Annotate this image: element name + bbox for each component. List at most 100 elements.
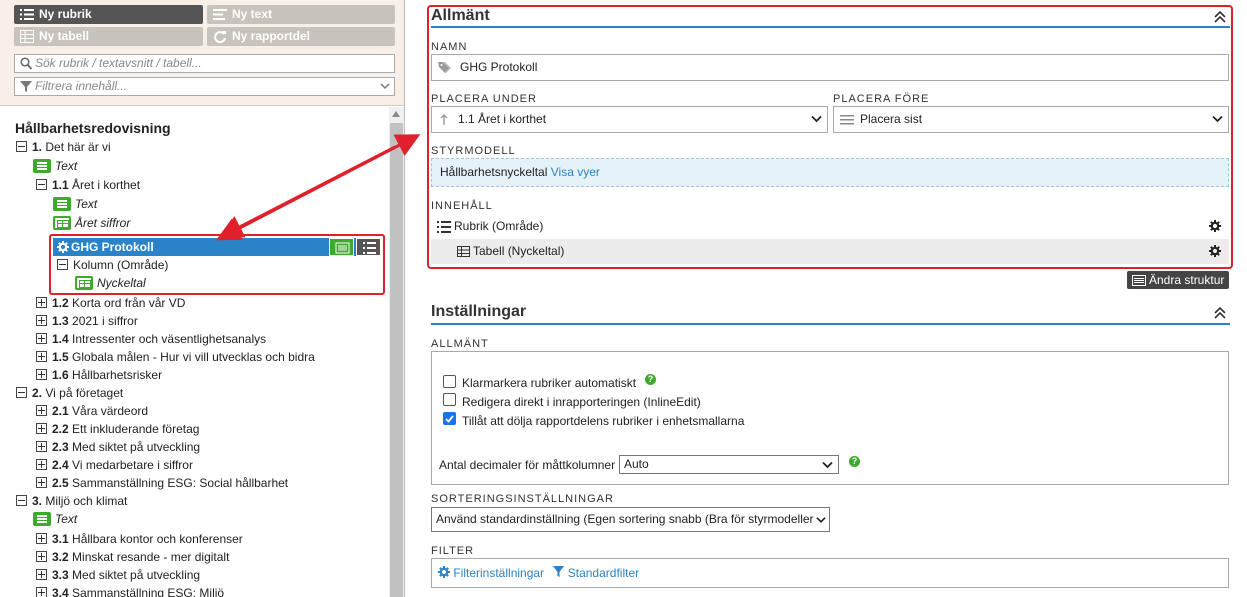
node-number: 3.2	[52, 550, 69, 564]
place-under-select[interactable]: 1.1 Året i korthet	[431, 106, 828, 133]
gear-icon[interactable]	[1209, 245, 1221, 257]
tree-node[interactable]: 1.3 2021 i siffror	[36, 312, 138, 330]
tree-node[interactable]: 3.3 Med siktet på utveckling	[36, 566, 200, 584]
filter-settings-link[interactable]: Filterinställningar	[438, 566, 547, 580]
new-text-button[interactable]: Ny text	[207, 5, 395, 24]
tree-node[interactable]: Nyckeltal	[75, 274, 146, 292]
expand-icon[interactable]	[36, 477, 47, 488]
filter-settings-label: Filterinställningar	[453, 566, 545, 580]
filter-select[interactable]: Filtrera innehåll...	[14, 77, 395, 96]
tree-node[interactable]: 3.2 Minskat resande - mer digitalt	[36, 548, 229, 566]
node-label: Text	[55, 159, 78, 173]
tree-node[interactable]: 2.2 Ett inkluderande företag	[36, 420, 199, 438]
name-value: GHG Protokoll	[460, 60, 538, 74]
expand-icon[interactable]	[36, 423, 47, 434]
tree-node[interactable]: 2.4 Vi medarbetare i siffror	[36, 456, 193, 474]
expand-icon[interactable]	[36, 333, 47, 344]
expand-icon[interactable]	[36, 533, 47, 544]
tree-scrollbar[interactable]	[389, 107, 404, 597]
auto-complete-checkbox[interactable]	[443, 375, 456, 388]
help-icon[interactable]: ?	[849, 456, 860, 467]
tree-node[interactable]: 2.3 Med siktet på utveckling	[36, 438, 200, 456]
collapse-icon[interactable]	[16, 387, 27, 398]
expand-icon[interactable]	[36, 551, 47, 562]
tree-node[interactable]: 1.6 Hållbarhetsrisker	[36, 366, 162, 384]
chevron-down-icon	[1212, 115, 1223, 123]
selected-node-header[interactable]: GHG Protokoll	[53, 238, 381, 256]
expand-icon[interactable]	[36, 405, 47, 416]
name-field[interactable]: GHG Protokoll	[431, 54, 1229, 81]
decimals-select[interactable]: Auto	[619, 455, 839, 474]
content-row[interactable]: Tabell (Nyckeltal)	[431, 239, 1229, 264]
content-row[interactable]: Rubrik (Område)	[431, 214, 1229, 239]
tree-node[interactable]: Året siffror	[53, 214, 130, 232]
tree-node[interactable]: 3. Miljö och klimat	[16, 492, 127, 510]
list-icon	[363, 242, 376, 254]
show-views-link[interactable]: Visa vyer	[551, 165, 600, 179]
tree-node[interactable]: Kolumn (Område)	[57, 256, 168, 274]
chevron-down-icon	[811, 115, 822, 123]
tree-node[interactable]: 1.4 Intressenter och väsentlighetsanalys	[36, 330, 266, 348]
tree-node[interactable]: 3.1 Hållbara kontor och konferenser	[36, 530, 243, 548]
add-text-button[interactable]	[329, 238, 354, 256]
toolbar: Ny rubrik Ny text Ny tabell Ny rapportde…	[0, 0, 404, 106]
tree-node[interactable]: 3.4 Sammanställning ESG: Miljö	[36, 584, 224, 597]
gear-icon[interactable]	[1209, 220, 1221, 232]
model-label: STYRMODELL	[431, 145, 516, 157]
tree-node[interactable]: 2.5 Sammanställning ESG: Social hållbarh…	[36, 474, 288, 492]
tree-node[interactable]: Text	[33, 157, 77, 175]
scrollbar-thumb[interactable]	[390, 123, 403, 597]
collapse-icon[interactable]	[57, 259, 68, 270]
collapse-icon[interactable]	[16, 141, 27, 152]
standard-filter-link[interactable]: Standardfilter	[553, 566, 639, 580]
tree-node[interactable]: 2. Vi på företaget	[16, 384, 123, 402]
expand-icon[interactable]	[36, 569, 47, 580]
tree-node[interactable]: 2.1 Våra värdeord	[36, 402, 148, 420]
new-heading-button[interactable]: Ny rubrik	[14, 5, 203, 24]
collapse-up-icon[interactable]	[1214, 11, 1226, 23]
tree-node[interactable]: 1.1 Året i korthet	[36, 176, 140, 194]
scroll-up-icon[interactable]	[392, 111, 400, 117]
help-icon[interactable]: ?	[645, 374, 656, 385]
expand-icon[interactable]	[36, 297, 47, 308]
node-number: 1.4	[52, 332, 69, 346]
expand-icon[interactable]	[36, 587, 47, 597]
new-table-button[interactable]: Ny tabell	[14, 27, 203, 46]
auto-complete-label: Klarmarkera rubriker automatiskt	[462, 376, 637, 390]
tree-node[interactable]: Text	[33, 510, 77, 528]
node-number: 2.3	[52, 440, 69, 454]
tree-node[interactable]: 1.2 Korta ord från vår VD	[36, 294, 185, 312]
expand-icon[interactable]	[36, 441, 47, 452]
filter-icon	[553, 566, 565, 577]
collapse-icon[interactable]	[36, 179, 47, 190]
node-label: Vi på företaget	[45, 386, 124, 400]
text-block-icon	[53, 197, 71, 211]
hide-headings-checkbox[interactable]	[443, 412, 456, 425]
expand-icon[interactable]	[36, 459, 47, 470]
expand-icon[interactable]	[36, 315, 47, 326]
node-label: Våra värdeord	[72, 404, 149, 418]
search-input[interactable]: Sök rubrik / textavsnitt / tabell...	[14, 54, 395, 73]
node-number: 2.1	[52, 404, 69, 418]
tree-node[interactable]: 1.5 Globala målen - Hur vi vill utveckla…	[36, 348, 315, 366]
add-heading-button[interactable]	[356, 238, 381, 256]
expand-icon[interactable]	[36, 351, 47, 362]
node-label: Sammanställning ESG: Social hållbarhet	[72, 476, 289, 490]
filter-icon	[20, 81, 32, 92]
collapse-up-icon[interactable]	[1214, 307, 1226, 319]
new-heading-label: Ny rubrik	[39, 7, 92, 21]
inline-edit-checkbox[interactable]	[443, 393, 456, 406]
collapse-icon[interactable]	[16, 495, 27, 506]
change-structure-button[interactable]: Ändra struktur	[1127, 271, 1229, 289]
sort-select[interactable]: Använd standardinställning (Egen sorteri…	[431, 507, 830, 532]
tree-node[interactable]: 1. Det här är vi	[16, 138, 111, 156]
node-number: 2.	[32, 386, 43, 400]
node-label: Text	[55, 512, 78, 526]
new-text-label: Ny text	[232, 7, 273, 21]
place-before-select[interactable]: Placera sist	[833, 106, 1229, 133]
new-report-part-button[interactable]: Ny rapportdel	[207, 27, 395, 46]
node-label: Hållbara kontor och konferenser	[72, 532, 243, 546]
tree-node[interactable]: Text	[53, 195, 97, 213]
expand-icon[interactable]	[36, 369, 47, 380]
filter-box: Filterinställningar Standardfilter	[431, 558, 1229, 588]
